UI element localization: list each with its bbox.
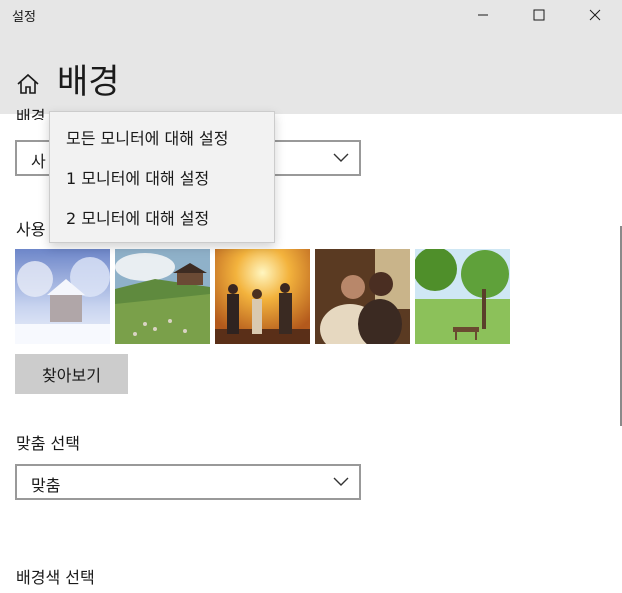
fit-label: 맞춤 선택 bbox=[16, 434, 80, 453]
background-label: 배경 bbox=[16, 108, 46, 120]
thumbnail-couple[interactable] bbox=[315, 249, 410, 344]
browse-button[interactable]: 찾아보기 bbox=[15, 354, 128, 394]
minimize-button[interactable] bbox=[460, 0, 506, 30]
thumbnail-winter[interactable] bbox=[15, 249, 110, 344]
minimize-icon bbox=[478, 14, 488, 16]
close-button[interactable] bbox=[572, 0, 618, 30]
background-color-label: 배경색 선택 bbox=[16, 568, 95, 587]
thumbnail-park[interactable] bbox=[415, 249, 510, 344]
recent-images-label: 사용 bbox=[16, 220, 46, 239]
fit-value: 맞춤 bbox=[31, 476, 61, 495]
menu-item-monitor-1[interactable]: 1 모니터에 대해 설정 bbox=[66, 165, 209, 189]
chevron-down-icon bbox=[333, 153, 349, 162]
window-title: 설정 bbox=[12, 10, 36, 25]
thumbnail-sunset[interactable] bbox=[215, 249, 310, 344]
maximize-button[interactable] bbox=[516, 0, 562, 30]
monitor-context-menu: 모든 모니터에 대해 설정 1 모니터에 대해 설정 2 모니터에 대해 설정 bbox=[49, 111, 275, 243]
page-header: 배경 bbox=[0, 32, 622, 114]
background-type-value: 사 bbox=[31, 152, 46, 171]
fit-dropdown[interactable]: 맞춤 bbox=[15, 464, 361, 500]
menu-item-monitor-2[interactable]: 2 모니터에 대해 설정 bbox=[66, 205, 209, 229]
home-icon[interactable] bbox=[15, 72, 41, 96]
title-bar: 설정 bbox=[0, 0, 622, 32]
page-title: 배경 bbox=[57, 62, 120, 102]
chevron-down-icon bbox=[333, 477, 349, 486]
thumbnail-meadow[interactable] bbox=[115, 249, 210, 344]
close-icon bbox=[589, 9, 601, 21]
menu-item-all-monitors[interactable]: 모든 모니터에 대해 설정 bbox=[66, 125, 228, 149]
maximize-icon bbox=[533, 9, 545, 21]
